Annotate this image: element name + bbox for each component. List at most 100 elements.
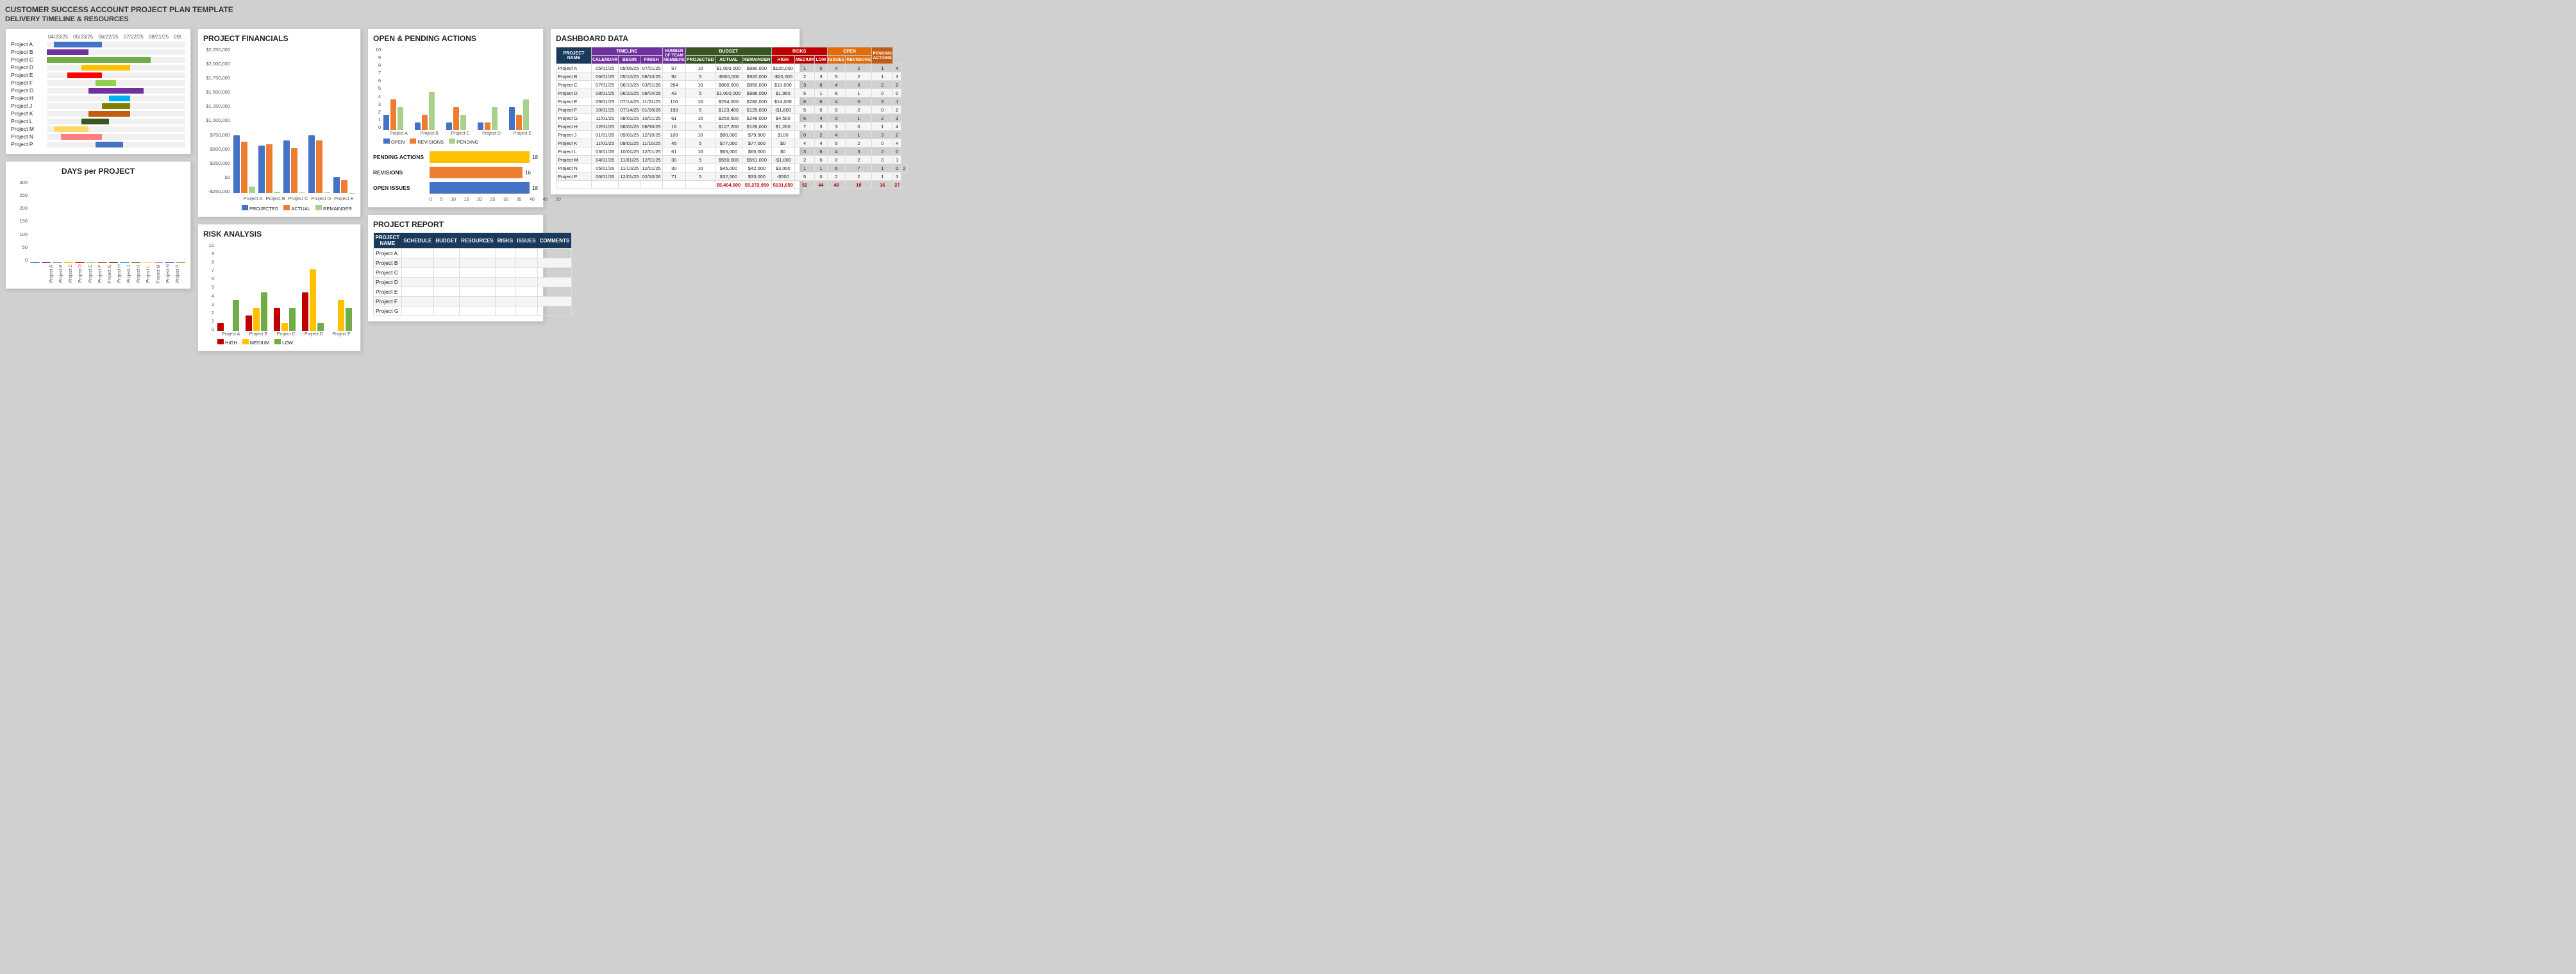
dash-cell: 06/01/26 — [592, 172, 619, 181]
dash-cell: 3 — [815, 72, 827, 81]
dash-cell: 6 — [815, 156, 827, 164]
dash-cell: 10/01/25 — [619, 147, 640, 156]
issues-bar — [430, 182, 530, 194]
dash-cell: 05/05/25 — [619, 64, 640, 72]
dash-cell: 12/01/25 — [640, 147, 662, 156]
days-bar — [109, 262, 119, 263]
rh-resources: RESOURCES — [459, 233, 496, 249]
risk-medium-bar — [338, 300, 344, 331]
action-bar-group — [383, 99, 412, 130]
dash-cell: 10 — [685, 147, 715, 156]
dash-cell: 05/10/25 — [619, 72, 640, 81]
dash-cell: $126,000 — [742, 122, 771, 131]
dash-cell: 30 — [662, 156, 685, 164]
report-cell — [515, 306, 537, 316]
rh-budget: BUDGET — [433, 233, 459, 249]
dash-cell: $80,000 — [715, 131, 742, 139]
dash-cell: 09/01/25 — [592, 97, 619, 106]
dash-cell: 09/01/25 — [619, 139, 640, 147]
dash-cell: Project F — [556, 106, 592, 114]
dash-cell: 2 — [893, 131, 901, 139]
dash-cell: 3 — [893, 114, 901, 122]
dash-cell: 110 — [662, 97, 685, 106]
gantt-date-2: 05/23/25 — [73, 34, 93, 40]
dash-cell: 12/01/25 — [640, 164, 662, 172]
dash-total-cell: 44 — [815, 181, 827, 189]
dash-cell: 03/01/26 — [640, 81, 662, 89]
dash-cell: 61 — [662, 147, 685, 156]
dash-cell: 4 — [893, 122, 901, 131]
days-bar — [87, 262, 96, 263]
dash-cell: 264 — [662, 81, 685, 89]
report-cell-name: Project E — [374, 287, 402, 297]
action-rev-bar — [485, 122, 490, 130]
days-x-label: Project K — [137, 264, 146, 283]
dash-cell: -$500 — [771, 172, 794, 181]
pending-value: 18 — [532, 155, 538, 160]
days-bar-group — [154, 262, 163, 263]
report-cell — [496, 249, 515, 258]
risk-panel: RISK ANALYSIS 10 9 8 7 6 5 4 3 2 1 0 — [197, 224, 361, 351]
gantt-row-label: Project K — [11, 110, 47, 117]
dash-cell: 8 — [827, 89, 846, 97]
dash-cell: 08/04/25 — [640, 89, 662, 97]
action-rev-bar — [516, 115, 522, 130]
dash-cell: $1,200 — [771, 122, 794, 131]
actions-legend-top: OPEN REVISIONS PENDING — [373, 139, 538, 145]
dash-cell: 7 — [794, 122, 814, 131]
dash-cell: 0 — [872, 89, 893, 97]
gantt-row: Project C — [11, 56, 185, 63]
dash-cell: $294,000 — [715, 97, 742, 106]
report-cell — [401, 258, 433, 268]
dash-cell: 4 — [815, 139, 827, 147]
report-cell — [433, 287, 459, 297]
dash-cell: 06/01/25 — [592, 72, 619, 81]
dash-cell: Project J — [556, 131, 592, 139]
days-x-label: Project H — [117, 264, 127, 283]
report-cell — [459, 278, 496, 287]
dash-cell: 08/01/25 — [619, 122, 640, 131]
dash-cell: 05/01/26 — [592, 164, 619, 172]
report-cell — [459, 287, 496, 297]
dash-cell: 0 — [827, 156, 846, 164]
dash-cell: 2 — [901, 164, 907, 172]
report-cell — [538, 287, 572, 297]
days-x-label: Project M — [156, 264, 166, 283]
gantt-row: Project G — [11, 87, 185, 94]
report-cell — [538, 306, 572, 316]
dash-cell: $980,000 — [742, 64, 771, 72]
dash-cell: 2 — [794, 156, 814, 164]
dash-cell: 1 — [872, 172, 893, 181]
page-wrapper: CUSTOMER SUCCESS ACCOUNT PROJECT PLAN TE… — [0, 0, 2576, 398]
report-cell — [433, 249, 459, 258]
report-cell — [496, 278, 515, 287]
days-bar-group — [131, 262, 141, 263]
page-title: CUSTOMER SUCCESS ACCOUNT PROJECT PLAN TE… — [5, 5, 2571, 14]
dash-total-cell: $131,650 — [771, 181, 794, 189]
dash-cell: 5 — [685, 122, 715, 131]
dash-cell: Project D — [556, 89, 592, 97]
report-cell — [401, 287, 433, 297]
gantt-row: Project M — [11, 126, 185, 132]
dash-cell: 0 — [827, 114, 846, 122]
action-bar-group — [446, 107, 475, 130]
report-cell — [459, 306, 496, 316]
dash-cell: Project A — [556, 64, 592, 72]
report-cell — [401, 297, 433, 306]
risk-legend: HIGH MEDIUM LOW — [203, 339, 355, 346]
revisions-bar — [430, 167, 523, 178]
dash-row: Project E09/01/2507/14/2511/01/2511010$2… — [556, 97, 908, 106]
dash-cell: 11/01/25 — [640, 97, 662, 106]
gantt-bar — [54, 42, 103, 47]
gantt-dates-row: 04/23/25 05/23/25 06/22/25 07/22/25 08/2… — [48, 34, 185, 40]
gantt-row: Project J — [11, 103, 185, 109]
dash-cell: 3 — [794, 81, 814, 89]
dash-total-cell: 16 — [872, 181, 893, 189]
dash-cell: 0 — [815, 64, 827, 72]
dash-cell: 4 — [893, 139, 901, 147]
dash-cell: $42,000 — [742, 164, 771, 172]
fin-remainder-bar — [299, 192, 305, 193]
dash-cell: 3 — [846, 81, 872, 89]
dash-total-cell — [685, 181, 715, 189]
revisions-legend-row: REVISIONS 16 — [373, 167, 538, 178]
